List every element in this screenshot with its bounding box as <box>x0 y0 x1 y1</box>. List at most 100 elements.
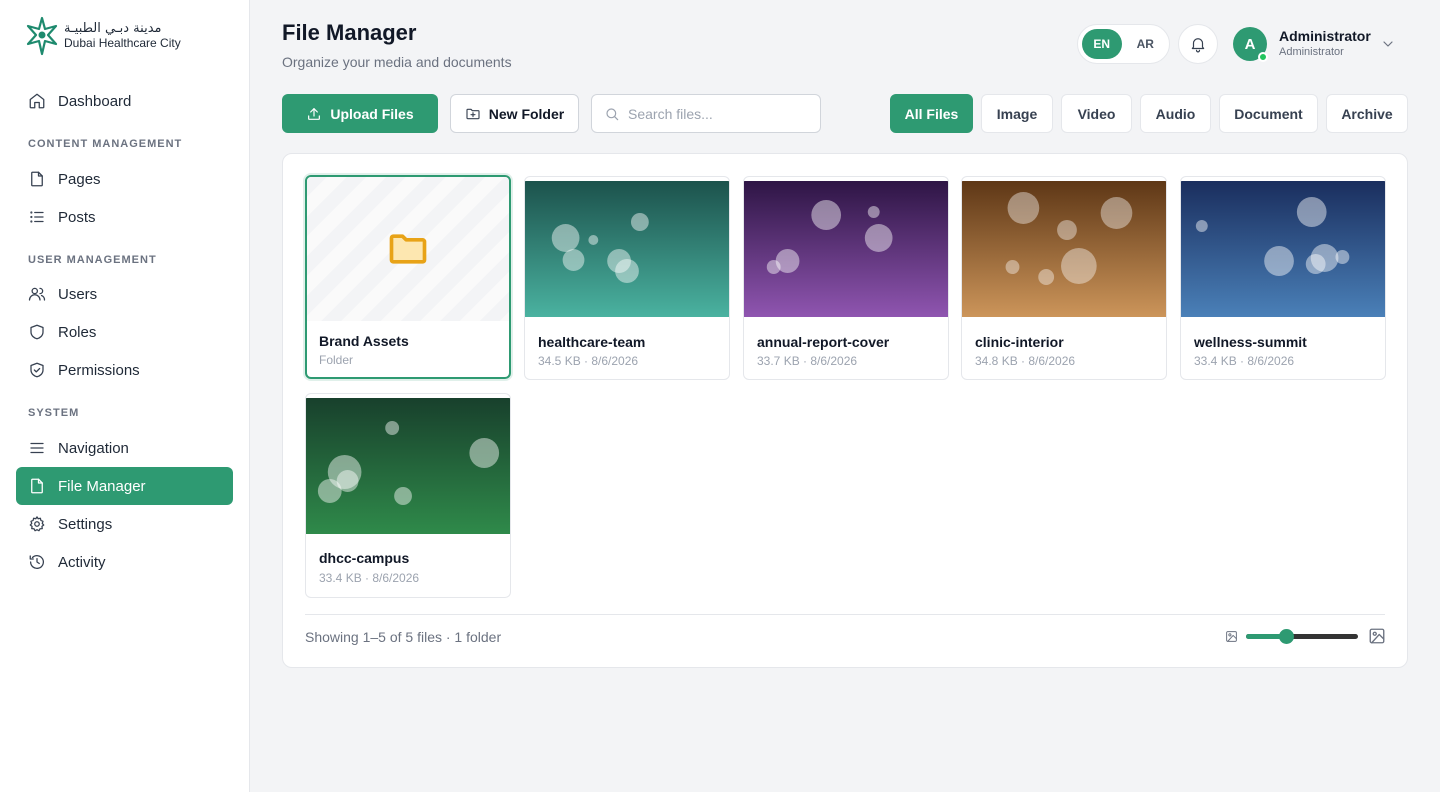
users-icon <box>28 287 46 301</box>
sidebar-item-activity[interactable]: Activity <box>16 543 233 581</box>
sidebar-item-file-manager[interactable]: File Manager <box>16 467 233 505</box>
user-menu-toggle[interactable] <box>1380 36 1396 52</box>
online-status-dot <box>1258 52 1268 62</box>
file-count-summary: Showing 1–5 of 5 files · 1 folder <box>305 629 502 645</box>
language-toggle: EN AR <box>1077 24 1170 64</box>
folder-plus-icon <box>466 108 480 119</box>
sidebar-item-label: File Manager <box>58 477 146 495</box>
slider-handle[interactable] <box>1278 629 1294 644</box>
folder-thumbnail <box>307 177 509 321</box>
sidebar-item-pages[interactable]: Pages <box>16 160 233 198</box>
file-card[interactable]: wellness-summit 33.4 KB · 8/6/2026 <box>1180 176 1386 380</box>
sidebar-item-permissions[interactable]: Permissions <box>16 351 233 389</box>
sidebar-item-label: Activity <box>58 553 106 571</box>
file-card[interactable]: clinic-interior 34.8 KB · 8/6/2026 <box>961 176 1167 380</box>
file-name: dhcc-campus <box>319 550 410 566</box>
file-meta: 33.7 KB · 8/6/2026 <box>757 354 858 368</box>
user-role: Administrator <box>1279 46 1344 58</box>
list-icon <box>30 211 44 223</box>
file-card[interactable]: healthcare-team 34.5 KB · 8/6/2026 <box>524 176 730 380</box>
sidebar-item-label: Dashboard <box>58 92 132 110</box>
upload-icon <box>308 107 321 120</box>
large-image-icon <box>1368 627 1386 645</box>
folder-card[interactable]: Brand Assets Folder <box>305 175 511 379</box>
filter-archive[interactable]: Archive <box>1326 94 1408 133</box>
user-name[interactable]: Administrator <box>1279 28 1371 44</box>
filter-image[interactable]: Image <box>981 94 1053 133</box>
brand-name-arabic: مدينة دبـي الطبيـة <box>64 21 162 37</box>
image-preview <box>1181 181 1385 317</box>
brand-logo[interactable]: مدينة دبـي الطبيـة Dubai Healthcare City <box>24 16 181 56</box>
sidebar-item-label: Navigation <box>58 439 129 457</box>
image-thumbnail <box>306 398 510 534</box>
section-content-management: CONTENT MANAGEMENT <box>28 138 183 150</box>
upload-files-button[interactable]: Upload Files <box>282 94 438 133</box>
star-logo-icon <box>26 16 58 56</box>
search-icon <box>606 107 619 120</box>
notifications-button[interactable] <box>1178 24 1218 64</box>
history-icon <box>29 555 44 570</box>
search-input[interactable] <box>628 105 808 122</box>
file-name: annual-report-cover <box>757 334 890 350</box>
lang-en-button[interactable]: EN <box>1082 29 1122 59</box>
shield-icon <box>30 324 44 340</box>
avatar-initial: A <box>1244 35 1256 53</box>
file-meta: 34.5 KB · 8/6/2026 <box>538 354 639 368</box>
image-preview <box>744 181 948 317</box>
sidebar-item-dashboard[interactable]: Dashboard <box>16 82 233 120</box>
filter-all-files[interactable]: All Files <box>890 94 973 133</box>
filter-video[interactable]: Video <box>1061 94 1132 133</box>
sidebar-item-settings[interactable]: Settings <box>16 505 233 543</box>
sidebar-item-label: Pages <box>58 170 101 188</box>
thumbnail-size-slider[interactable] <box>1246 629 1358 644</box>
file-name: healthcare-team <box>538 334 646 350</box>
file-name: wellness-summit <box>1194 334 1307 350</box>
section-user-management: USER MANAGEMENT <box>28 254 157 266</box>
file-name: Brand Assets <box>319 333 409 349</box>
sidebar-item-users[interactable]: Users <box>16 275 233 313</box>
sidebar-item-label: Posts <box>58 208 96 226</box>
file-grid-panel: Brand Assets Folder healthcare-team 34.5… <box>282 153 1408 668</box>
section-system: SYSTEM <box>28 407 80 419</box>
document-icon <box>31 171 43 187</box>
gear-icon <box>29 516 45 532</box>
sidebar-item-navigation[interactable]: Navigation <box>16 429 233 467</box>
file-name: clinic-interior <box>975 334 1064 350</box>
chevron-down-icon <box>1383 41 1393 47</box>
image-thumbnail <box>962 181 1166 317</box>
image-preview <box>306 398 510 534</box>
file-card[interactable]: annual-report-cover 33.7 KB · 8/6/2026 <box>743 176 949 380</box>
folder-icon <box>389 234 427 264</box>
shield-check-icon <box>30 362 44 378</box>
new-folder-label: New Folder <box>488 105 565 122</box>
lang-ar-button[interactable]: AR <box>1126 29 1166 59</box>
image-preview <box>525 181 729 317</box>
file-meta: 34.8 KB · 8/6/2026 <box>975 354 1076 368</box>
avatar[interactable]: A <box>1233 27 1268 62</box>
filter-document[interactable]: Document <box>1219 94 1318 133</box>
sidebar-item-label: Settings <box>58 515 113 533</box>
sidebar-item-roles[interactable]: Roles <box>16 313 233 351</box>
home-icon <box>29 93 45 109</box>
sidebar-item-label: Permissions <box>58 361 140 379</box>
sidebar: مدينة دبـي الطبيـة Dubai Healthcare City… <box>0 0 250 792</box>
image-preview <box>962 181 1166 317</box>
image-thumbnail <box>1181 181 1385 317</box>
sidebar-item-posts[interactable]: Posts <box>16 198 233 236</box>
file-meta: 33.4 KB · 8/6/2026 <box>1194 354 1295 368</box>
small-image-icon <box>1225 630 1238 643</box>
page-title: File Manager <box>282 20 417 45</box>
file-meta: Folder <box>319 353 354 367</box>
image-thumbnail <box>525 181 729 317</box>
divider <box>305 614 1385 615</box>
sidebar-item-label: Roles <box>58 323 97 341</box>
filter-audio[interactable]: Audio <box>1140 94 1211 133</box>
page-subtitle: Organize your media and documents <box>282 54 512 70</box>
file-card[interactable]: dhcc-campus 33.4 KB · 8/6/2026 <box>305 393 511 598</box>
file-icon <box>31 478 43 494</box>
file-meta: 33.4 KB · 8/6/2026 <box>319 571 420 585</box>
upload-files-label: Upload Files <box>330 105 414 122</box>
search-box <box>591 94 821 133</box>
new-folder-button[interactable]: New Folder <box>450 94 579 133</box>
menu-icon <box>30 442 44 454</box>
